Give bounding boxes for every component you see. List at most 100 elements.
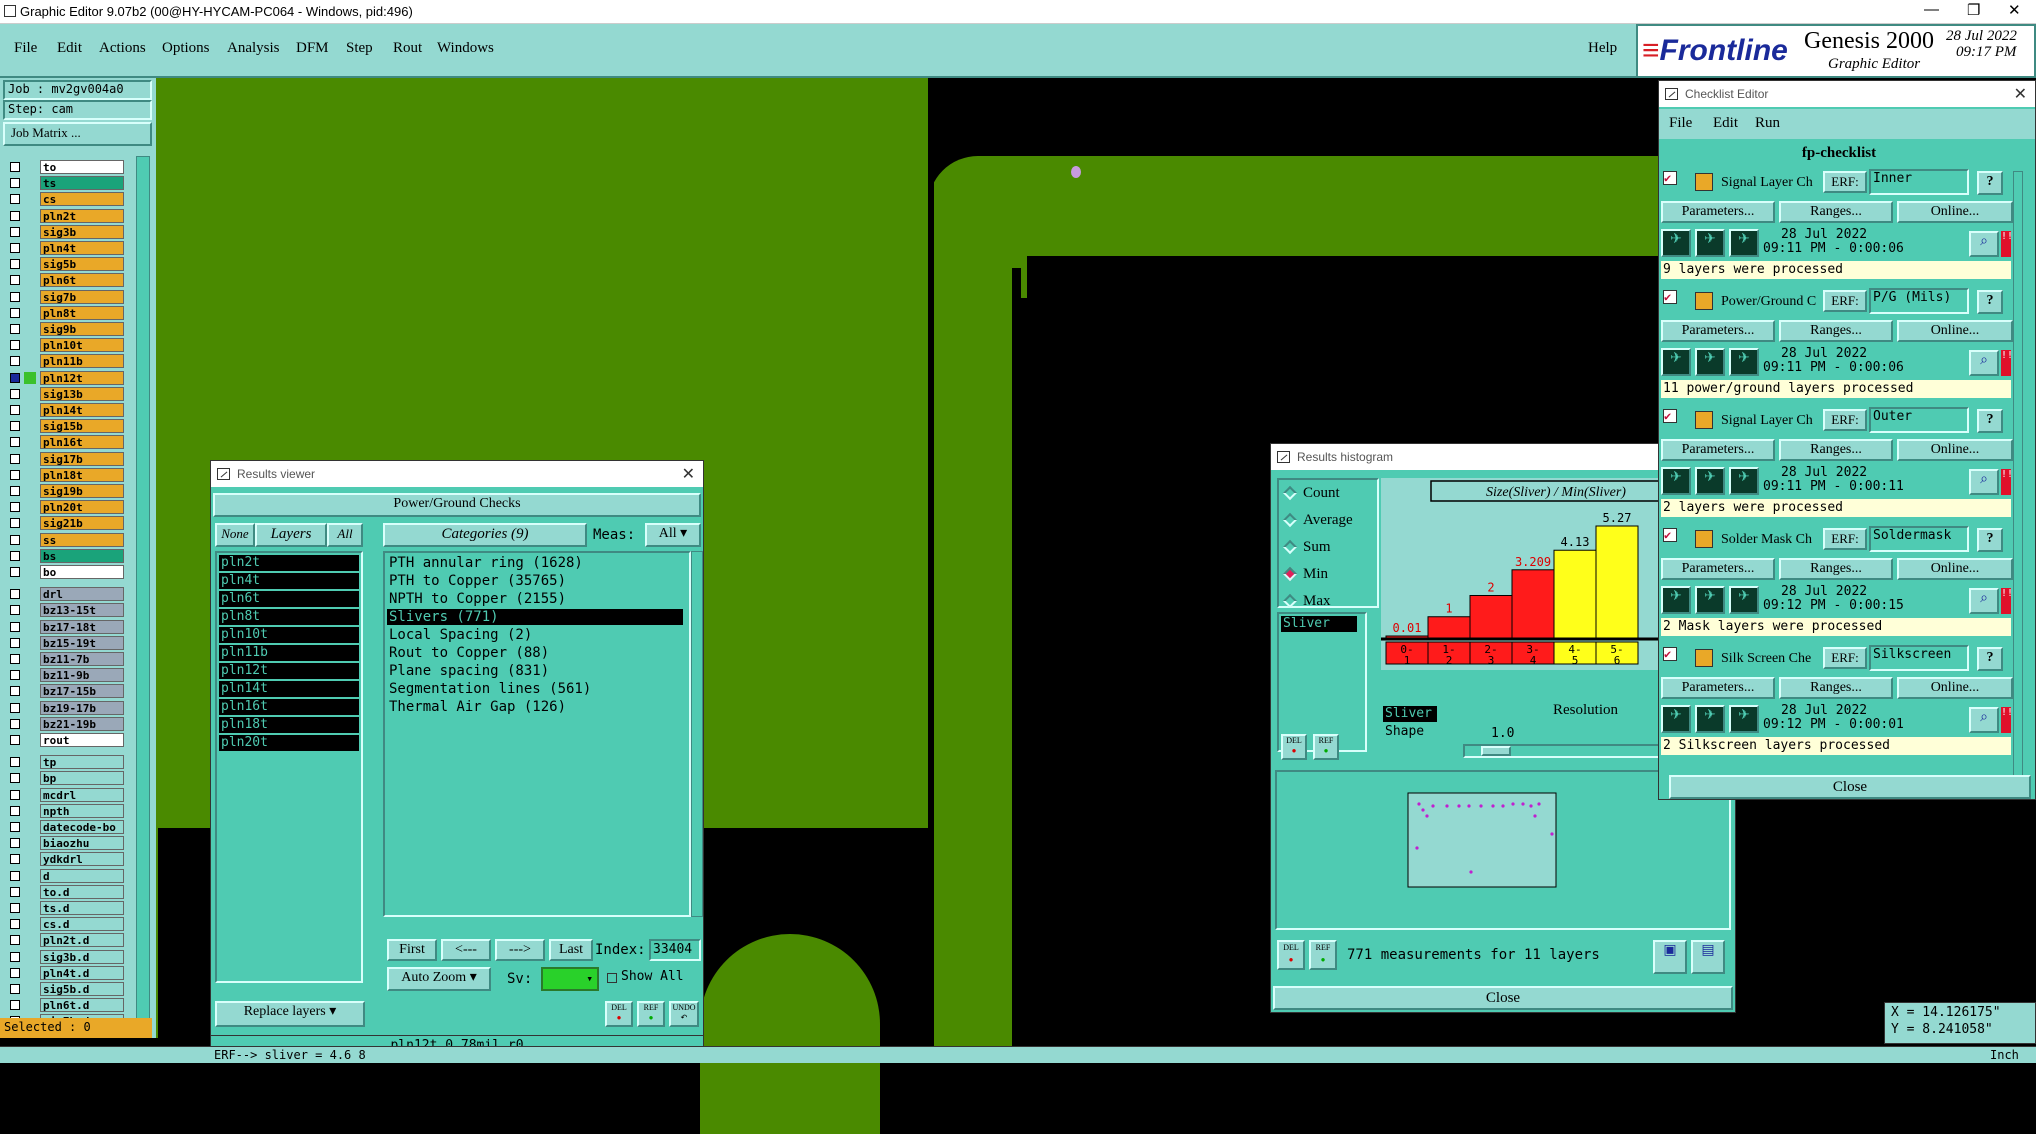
layer-checkbox[interactable] bbox=[10, 291, 20, 302]
category-item[interactable]: PTH to Copper (35765) bbox=[387, 573, 683, 589]
ranges-button[interactable]: Ranges... bbox=[1779, 558, 1893, 580]
layer-name[interactable]: npth bbox=[40, 803, 124, 818]
layer-checkbox[interactable] bbox=[10, 486, 20, 496]
checklist-scrollbar[interactable] bbox=[2013, 171, 2023, 799]
histogram-option[interactable]: Max bbox=[1282, 592, 1375, 614]
layer-checkbox[interactable] bbox=[10, 789, 20, 800]
layer-name[interactable]: mcdrl bbox=[40, 787, 124, 802]
check-icon[interactable]: ✔ bbox=[1663, 647, 1677, 661]
histogram-option[interactable]: Count bbox=[1282, 484, 1375, 506]
layer-checkbox[interactable] bbox=[10, 935, 20, 946]
results-layer-item[interactable]: pln18t bbox=[219, 717, 359, 733]
category-scrollbar[interactable] bbox=[691, 551, 703, 917]
layer-name[interactable]: sig9b bbox=[40, 322, 124, 336]
show-all-checkbox[interactable] bbox=[607, 973, 617, 983]
layer-checkbox[interactable] bbox=[10, 654, 20, 664]
category-item[interactable]: Segmentation lines (561) bbox=[387, 681, 683, 697]
layer-row[interactable]: bz17-18t bbox=[6, 619, 124, 635]
ref-button[interactable]: REF ● bbox=[637, 1001, 665, 1027]
run-icon[interactable]: ✈ bbox=[1695, 229, 1725, 257]
layer-row[interactable]: cs bbox=[6, 192, 124, 207]
layer-row[interactable]: pln6t bbox=[6, 273, 124, 288]
layer-row[interactable]: ss bbox=[6, 532, 124, 548]
menu-file[interactable]: File bbox=[14, 40, 37, 57]
radio-icon[interactable] bbox=[1282, 593, 1298, 609]
units-label[interactable]: Inch bbox=[1990, 1048, 2019, 1062]
layer-name[interactable]: d bbox=[40, 868, 124, 883]
layer-row[interactable]: bz15-19t bbox=[6, 635, 124, 651]
layer-name[interactable]: bz11-9b bbox=[40, 668, 124, 683]
layer-row[interactable]: rout bbox=[6, 733, 124, 748]
layer-name[interactable]: pln18t bbox=[40, 467, 124, 482]
layer-name[interactable]: bp bbox=[40, 771, 124, 786]
menu-options[interactable]: Options bbox=[162, 40, 210, 57]
layer-row[interactable]: pln2t.d bbox=[6, 933, 124, 948]
layer-scrollbar[interactable] bbox=[136, 156, 150, 1020]
layer-name[interactable]: bo bbox=[40, 565, 124, 579]
layer-checkbox[interactable] bbox=[10, 340, 20, 351]
size-option-sliver[interactable]: Sliver bbox=[1383, 706, 1437, 722]
layer-checkbox[interactable] bbox=[10, 757, 20, 768]
layer-name[interactable]: rout bbox=[40, 733, 124, 747]
layer-checkbox[interactable] bbox=[10, 589, 20, 600]
list-item-sliver[interactable]: Sliver bbox=[1281, 616, 1357, 632]
results-layer-item[interactable]: pln16t bbox=[219, 699, 359, 715]
online-button[interactable]: Online... bbox=[1897, 439, 2013, 461]
results-layer-item[interactable]: pln11b bbox=[219, 645, 359, 661]
layer-checkbox[interactable] bbox=[10, 356, 20, 367]
erf-value[interactable]: P/G (Mils) bbox=[1869, 288, 1969, 314]
layer-row[interactable]: bz21-19b bbox=[6, 716, 124, 732]
category-item[interactable]: Slivers (771) bbox=[387, 609, 683, 625]
parameters-button[interactable]: Parameters... bbox=[1661, 439, 1775, 461]
histogram-list[interactable]: Sliver bbox=[1277, 612, 1367, 752]
layer-checkbox[interactable] bbox=[10, 637, 20, 648]
results-layer-item[interactable]: pln20t bbox=[219, 735, 359, 751]
layer-row[interactable]: bz11-7b bbox=[6, 652, 124, 667]
radio-icon[interactable] bbox=[1282, 485, 1298, 501]
layer-name[interactable]: sig7b bbox=[40, 289, 124, 304]
histogram-option[interactable]: Min bbox=[1282, 565, 1375, 587]
layer-name[interactable]: ydkdrl bbox=[40, 852, 124, 867]
layer-row[interactable]: d bbox=[6, 868, 124, 884]
layer-row[interactable]: biaozhu bbox=[6, 836, 124, 851]
size-option-shape[interactable]: Shape bbox=[1385, 724, 1424, 739]
zoom-icon[interactable]: ⌕ bbox=[1969, 707, 1999, 733]
histogram-option[interactable]: Sum bbox=[1282, 538, 1375, 560]
layer-checkbox[interactable] bbox=[10, 534, 20, 545]
menu-step[interactable]: Step bbox=[346, 40, 373, 57]
check-icon[interactable]: ✔ bbox=[1663, 409, 1677, 423]
run-icon[interactable]: ✈ bbox=[1729, 467, 1759, 495]
online-button[interactable]: Online... bbox=[1897, 201, 2013, 223]
run-icon[interactable]: ✈ bbox=[1661, 705, 1691, 733]
menu-dfm[interactable]: DFM bbox=[296, 40, 329, 57]
layer-row[interactable]: bz17-15b bbox=[6, 684, 124, 699]
layer-name[interactable]: ss bbox=[40, 532, 124, 547]
layer-name[interactable]: sig21b bbox=[40, 516, 124, 531]
layer-row[interactable]: drl bbox=[6, 587, 124, 602]
layer-row[interactable]: pln6t.d bbox=[6, 998, 124, 1013]
layer-checkbox[interactable] bbox=[10, 502, 20, 513]
results-layer-item[interactable]: pln2t bbox=[219, 555, 359, 571]
results-layer-item[interactable]: pln8t bbox=[219, 609, 359, 625]
layer-row[interactable]: bs bbox=[6, 548, 124, 564]
layer-row[interactable]: cs.d bbox=[6, 917, 124, 932]
prev-button[interactable]: <--- bbox=[441, 939, 491, 961]
menu-help[interactable]: Help bbox=[1588, 40, 1617, 57]
run-icon[interactable]: ✈ bbox=[1729, 348, 1759, 376]
last-button[interactable]: Last bbox=[549, 939, 593, 961]
restore-icon[interactable]: ❐ bbox=[1967, 1, 1980, 19]
layer-checkbox[interactable] bbox=[10, 388, 20, 399]
layer-row[interactable]: bz13-15t bbox=[6, 603, 124, 618]
layer-name[interactable]: bz21-19b bbox=[40, 716, 124, 731]
layer-checkbox[interactable] bbox=[10, 453, 20, 464]
checklist-menu-edit[interactable]: Edit bbox=[1713, 115, 1738, 132]
layer-name[interactable]: sig19b bbox=[40, 484, 124, 498]
layers-button[interactable]: Layers bbox=[255, 523, 327, 547]
all-layers-button[interactable]: All bbox=[327, 523, 363, 547]
layer-checkbox[interactable] bbox=[10, 307, 20, 318]
histogram-icon-button[interactable]: ▣ bbox=[1653, 940, 1687, 974]
layer-name[interactable]: pln6t bbox=[40, 273, 124, 288]
erf-value[interactable]: Inner bbox=[1869, 169, 1969, 195]
layer-checkbox[interactable] bbox=[10, 605, 20, 616]
layer-row[interactable]: mcdrl bbox=[6, 787, 124, 803]
